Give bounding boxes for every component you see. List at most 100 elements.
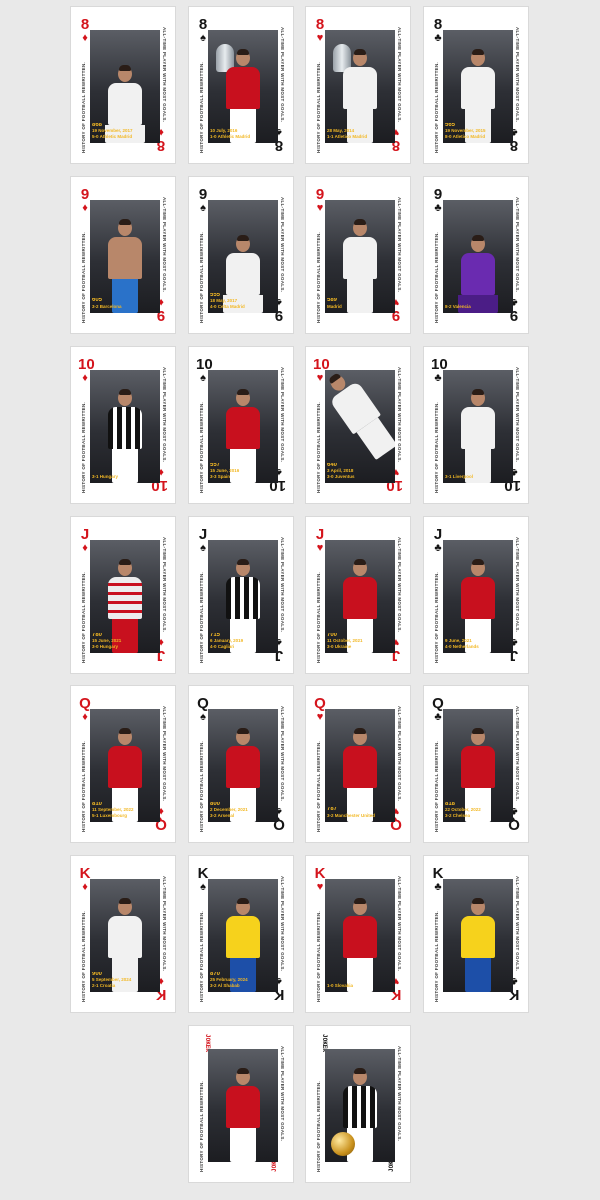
playing-card[interactable]: J ♥ J ♥ HISTORY OF FOOTBALL REWRITTEN. ALL-TI… [305,516,411,674]
side-caption-left: HISTORY OF FOOTBALL REWRITTEN. [199,1080,204,1172]
side-caption-right: ALL-TIME PLAYER WITH MOST GOALS. [515,537,520,633]
player-photo: 900 5 September, 2024 2-1 Croatia [90,879,160,992]
playing-card[interactable]: J ♦ J ♦ HISTORY OF FOOTBALL REWRITTEN. ALL-TI… [70,516,176,674]
player-head [236,235,250,252]
side-caption-right: ALL-TIME PLAYER WITH MOST GOALS. [280,876,285,972]
player-head [471,49,485,66]
playing-card[interactable]: K ♠ K ♠ HISTORY OF FOOTBALL REWRITTEN. ALL-TI… [188,855,294,1013]
match-result: 3-2 Manchester United [327,812,376,818]
match-result: 3-2 Chelsea [445,812,471,818]
playing-card[interactable]: 9 ♦ 9 ♦ HISTORY OF FOOTBALL REWRITTEN. ALL-TI… [70,176,176,334]
side-caption-left: HISTORY OF FOOTBALL REWRITTEN. [434,910,439,1002]
player-head [353,898,367,915]
player-photo: 3-1 Liverpool [443,370,513,483]
player-shirt [108,746,142,788]
goal-caption: 900 5 September, 2024 2-1 Croatia [92,972,158,989]
side-caption-right: ALL-TIME PLAYER WITH MOST GOALS. [280,1046,285,1142]
match-result: 4-0 Netherlands [445,643,479,649]
page: { "side_text_left": "HISTORY OF FOOTBALL… [0,0,600,1200]
player-photo: 9 June, 2021 4-0 Netherlands [443,540,513,653]
rank-label: 9 [198,186,208,203]
player-shirt [226,67,260,109]
match-result: 4-0 Celta Madrid [210,303,245,309]
side-caption-left: HISTORY OF FOOTBALL REWRITTEN. [199,231,204,323]
playing-card[interactable]: K ♣ K ♣ HISTORY OF FOOTBALL REWRITTEN. ALL-TI… [423,855,529,1013]
player-head [236,49,250,66]
playing-card[interactable]: 8 ♦ 8 ♦ HISTORY OF FOOTBALL REWRITTEN. ALL-TI… [70,6,176,164]
player-head [353,219,367,236]
player-photo [208,1049,278,1162]
goal-caption: 8-2 Valencia [445,304,511,310]
playing-card[interactable]: J ♠ J ♠ HISTORY OF FOOTBALL REWRITTEN. ALL-TI… [188,516,294,674]
goal-caption: 557 15 June, 2016 3-3 Spain [210,463,276,480]
playing-card[interactable]: Q ♣ Q ♣ HISTORY OF FOOTBALL REWRITTEN. ALL-TI… [423,685,529,843]
player-shirt [226,746,260,788]
playing-card[interactable]: Q ♥ Q ♥ HISTORY OF FOOTBALL REWRITTEN. ALL-TI… [305,685,411,843]
player-shirt [461,67,495,109]
goal-caption: 555 18 May, 2017 4-0 Celta Madrid [210,293,276,310]
player-figure [226,1068,260,1162]
playing-card[interactable]: 8 ♥ 8 ♥ HISTORY OF FOOTBALL REWRITTEN. ALL-TI… [305,6,411,164]
rank-label: J [315,526,325,543]
side-caption-left: HISTORY OF FOOTBALL REWRITTEN. [199,401,204,493]
joker-card[interactable]: JOKER JOKER HISTORY OF FOOTBALL REWRITTEN.… [305,1025,411,1183]
playing-card[interactable]: 9 ♠ 9 ♠ HISTORY OF FOOTBALL REWRITTEN. ALL-TI… [188,176,294,334]
player-figure [458,235,498,313]
playing-card[interactable]: 10 ♣ 10 ♣ HISTORY OF FOOTBALL REWRITTEN. ALL-… [423,346,529,504]
playing-card[interactable]: Q ♦ Q ♦ HISTORY OF FOOTBALL REWRITTEN. ALL-TI… [70,685,176,843]
playing-card[interactable]: J ♣ J ♣ HISTORY OF FOOTBALL REWRITTEN. ALL-TI… [423,516,529,674]
goal-caption: 800 2 December, 2021 3-2 Arsenal [210,802,276,819]
rank-label: 9 [80,186,90,203]
goal-caption: 870 25 February, 2024 3-2 Al Shabab [210,972,276,989]
playing-card[interactable]: 10 ♥ 10 ♥ HISTORY OF FOOTBALL REWRITTEN. ALL-… [305,346,411,504]
rank-label: K [314,865,326,882]
playing-card[interactable]: 8 ♠ 8 ♠ HISTORY OF FOOTBALL REWRITTEN. ALL-TI… [188,6,294,164]
side-caption-left: HISTORY OF FOOTBALL REWRITTEN. [199,910,204,1002]
player-photo: 565 19 November, 2015 8-0 Atletico Madrid [443,30,513,143]
player-figure [343,898,377,992]
rank-label: K [79,865,91,882]
rank-label: J [80,526,90,543]
match-result: 3-0 Ukraine [327,643,352,649]
player-figure [325,370,395,462]
playing-card[interactable]: 10 ♦ 10 ♦ HISTORY OF FOOTBALL REWRITTEN. ALL-… [70,346,176,504]
side-caption-right: ALL-TIME PLAYER WITH MOST GOALS. [397,706,402,802]
rank-label: J [198,526,208,543]
playing-card[interactable]: 10 ♠ 10 ♠ HISTORY OF FOOTBALL REWRITTEN. ALL-… [188,346,294,504]
player-shirt [343,577,377,619]
player-head [353,1068,367,1085]
playing-card[interactable]: K ♦ K ♦ HISTORY OF FOOTBALL REWRITTEN. ALL-TI… [70,855,176,1013]
goal-caption: 589 Madrid [327,298,393,309]
player-photo: 787 3-2 Manchester United [325,709,395,822]
playing-card[interactable]: 8 ♣ 8 ♣ HISTORY OF FOOTBALL REWRITTEN. ALL-TI… [423,6,529,164]
match-result: 3-0 Juventus [327,473,355,479]
joker-card[interactable]: JOKER JOKER HISTORY OF FOOTBALL REWRITTEN.… [188,1025,294,1183]
match-result: 2-1 Croatia [92,982,116,988]
side-caption-right: ALL-TIME PLAYER WITH MOST GOALS. [162,537,167,633]
player-photo: 3-1 Hungary [90,370,160,483]
side-caption-right: ALL-TIME PLAYER WITH MOST GOALS. [280,197,285,293]
player-head [236,389,250,406]
player-photo: 715 6 January, 2019 4-0 Cagliari [208,540,278,653]
player-head [471,728,485,745]
playing-card[interactable]: 9 ♥ 9 ♥ HISTORY OF FOOTBALL REWRITTEN. ALL-TI… [305,176,411,334]
playing-card[interactable]: 9 ♣ 9 ♣ HISTORY OF FOOTBALL REWRITTEN. ALL-TI… [423,176,529,334]
player-photo: 557 15 June, 2016 3-3 Spain [208,370,278,483]
side-caption-right: ALL-TIME PLAYER WITH MOST GOALS. [162,367,167,463]
goal-caption: 565 19 November, 2015 8-0 Atletico Madrid [445,123,511,140]
side-caption-right: ALL-TIME PLAYER WITH MOST GOALS. [280,706,285,802]
player-photo: 810 11 September, 2022 5-1 Luxembourg [90,709,160,822]
player-photo: 8-2 Valencia [443,200,513,313]
playing-card[interactable]: Q ♠ Q ♠ HISTORY OF FOOTBALL REWRITTEN. ALL-TI… [188,685,294,843]
playing-card[interactable]: K ♥ K ♥ HISTORY OF FOOTBALL REWRITTEN. ALL-TI… [305,855,411,1013]
player-photo: 870 25 February, 2024 3-2 Al Shabab [208,879,278,992]
rank-label: K [197,865,209,882]
player-shirt [343,67,377,109]
goal-caption: 1-0 Slovakia [327,983,393,989]
side-caption-left: HISTORY OF FOOTBALL REWRITTEN. [81,740,86,832]
match-result: 3-0 Hungary [92,643,119,649]
side-caption-right: ALL-TIME PLAYER WITH MOST GOALS. [397,876,402,972]
match-result: 3-2 Al Shabab [210,982,240,988]
goal-caption: 780 15 June, 2021 3-0 Hungary [92,633,158,650]
match-result: 4-0 Cagliari [210,643,235,649]
